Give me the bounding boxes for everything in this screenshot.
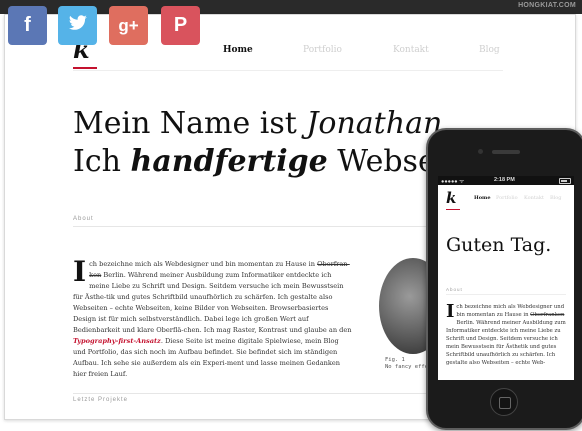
home-button[interactable] <box>490 388 518 416</box>
home-square-icon <box>499 397 511 409</box>
twitter-share-button[interactable] <box>58 6 97 45</box>
speaker-grille <box>492 150 520 154</box>
hero-emphasis: handfertige <box>130 144 328 179</box>
pinterest-share-button[interactable]: P <box>161 6 200 45</box>
nav-home[interactable]: Home <box>223 45 253 55</box>
mobile-nav-portfolio[interactable]: Portfolio <box>496 195 518 201</box>
mobile-logo[interactable]: k <box>446 189 456 207</box>
logo-underline <box>73 67 97 69</box>
mobile-about-paragraph: Ich bezeichne mich als Webdesigner und b… <box>446 303 568 367</box>
hero-heading: Mein Name ist Jonathan. Ich handfertige … <box>73 105 457 181</box>
mobile-hero-heading: Guten Tag. <box>446 234 552 256</box>
iphone-device: ●●●●● ᯤ 2:18 PM k Home Portfolio Kontakt… <box>426 128 582 430</box>
google-plus-icon: g+ <box>118 15 139 35</box>
section-label-projects: Letzte Projekte <box>73 397 129 403</box>
mobile-nav-blog[interactable]: Blog <box>550 195 561 201</box>
typography-link[interactable]: Typography-first-Ansatz <box>73 337 161 345</box>
google-plus-share-button[interactable]: g+ <box>109 6 148 45</box>
about-paragraph: Ich bezeichne mich als Webdesigner und b… <box>73 255 353 380</box>
about-text-1: ch bezeichne mich als Webdesigner und bi… <box>89 260 318 268</box>
pinterest-icon: P <box>173 14 188 36</box>
mobile-about-divider <box>446 294 566 295</box>
mobile-logo-underline <box>446 209 460 210</box>
about-text-2: Berlin. Während meiner Ausbildung zum In… <box>73 271 352 334</box>
signal-icon: ●●●●● ᯤ <box>441 179 465 185</box>
about-divider <box>73 226 433 227</box>
mobile-nav-kontakt[interactable]: Kontakt <box>524 195 544 201</box>
mobile-about-text-2: Berlin. Während meiner Ausbildung zum In… <box>446 320 566 366</box>
section-label-about: About <box>73 216 94 222</box>
mobile-about-strikethrough: Oberfranken <box>530 312 565 318</box>
drop-cap: I <box>73 255 87 288</box>
mobile-drop-cap: I <box>446 301 455 322</box>
twitter-icon <box>68 14 88 37</box>
facebook-icon: f <box>24 14 31 36</box>
nav-divider <box>73 70 503 71</box>
nav-kontakt[interactable]: Kontakt <box>393 45 429 55</box>
projects-divider <box>73 393 433 394</box>
hero-line1-text: Mein Name ist <box>73 106 307 141</box>
mobile-screen: ●●●●● ᯤ 2:18 PM k Home Portfolio Kontakt… <box>438 176 574 380</box>
status-bar: ●●●●● ᯤ 2:18 PM <box>438 176 574 185</box>
nav-blog[interactable]: Blog <box>479 45 500 55</box>
facebook-share-button[interactable]: f <box>8 6 47 45</box>
camera-icon <box>478 149 483 154</box>
brand-label: HONGKIAT.COM <box>518 2 576 9</box>
caption-line-1: Fig. 1 <box>385 357 405 363</box>
mobile-nav-home[interactable]: Home <box>474 195 491 201</box>
status-time: 2:18 PM <box>494 177 515 183</box>
battery-icon <box>559 178 571 184</box>
photo-caption: Fig. 1 No fancy effe <box>385 357 428 371</box>
caption-line-2: No fancy effe <box>385 364 429 370</box>
nav-portfolio[interactable]: Portfolio <box>303 45 342 55</box>
hero-line2-text: Ich <box>73 144 131 179</box>
mobile-section-label-about: About <box>446 287 463 292</box>
